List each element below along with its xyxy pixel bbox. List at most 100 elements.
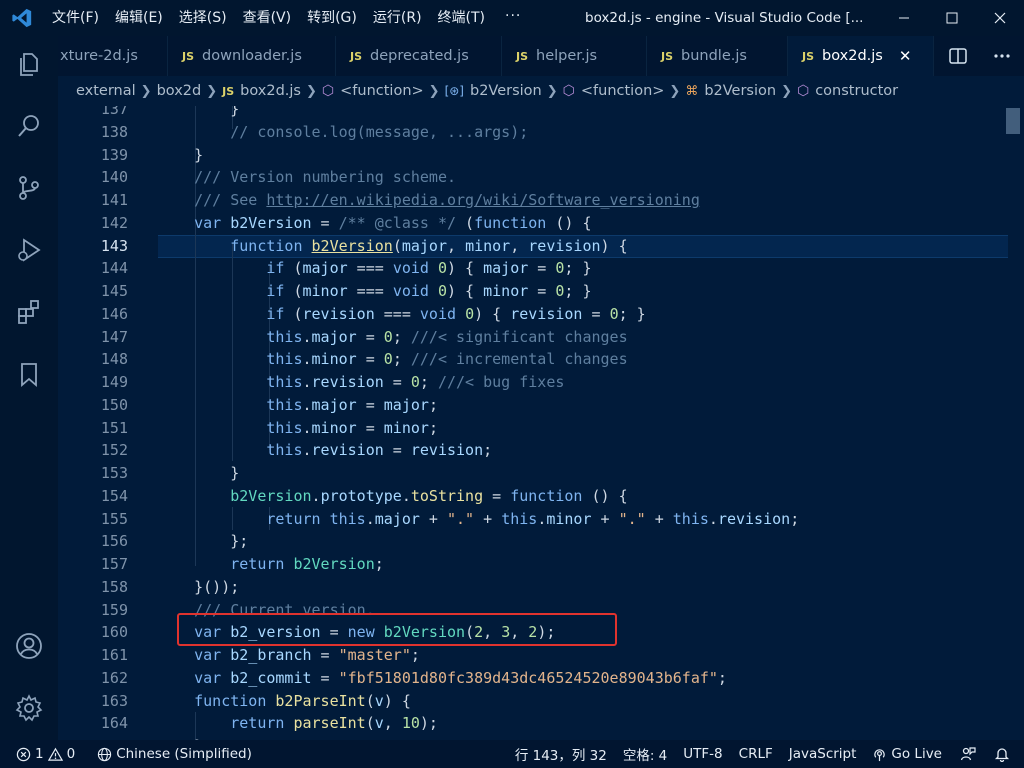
code-line[interactable]: return parseInt(v, 10); [158,712,438,735]
menu-run[interactable]: 运行(R) [365,0,430,36]
account-icon[interactable] [0,622,58,670]
code-line[interactable]: this.revision = revision; [158,439,492,462]
tab-box2d[interactable]: JS box2d.js ✕ [788,36,934,76]
line-number: 140 [100,168,128,187]
problems-indicator[interactable]: 1 0 [0,740,81,768]
code-line[interactable]: function b2Version(major, minor, revisio… [158,235,627,258]
tab-label: downloader.js [202,48,302,64]
line-number: 144 [100,259,128,278]
breadcrumb-symbol[interactable]: <function> [340,83,424,99]
breadcrumb-symbol[interactable]: <function> [581,83,665,99]
line-number: 160 [100,623,128,642]
warning-icon [47,747,63,761]
feedback-icon[interactable] [950,740,986,768]
breadcrumb-symbol[interactable]: b2Version [704,83,776,99]
code-line[interactable]: return b2Version; [158,553,384,576]
code-line[interactable]: if (revision === void 0) { revision = 0;… [158,303,645,326]
explorer-icon[interactable] [0,40,58,88]
error-count: 1 [35,746,44,762]
tab-helper[interactable]: JS helper.js [502,36,647,76]
status-bar: 1 0 Chinese (Simplified) 行 143，列 32 空格: … [0,740,1024,768]
maximize-button[interactable] [928,0,976,36]
menu-view[interactable]: 查看(V) [235,0,300,36]
code-line[interactable]: /// See http://en.wikipedia.org/wiki/Sof… [158,189,700,212]
encoding[interactable]: UTF-8 [675,740,730,768]
code-line[interactable]: } [158,462,239,485]
language-pack-indicator[interactable]: Chinese (Simplified) [91,740,258,768]
settings-gear-icon[interactable] [0,684,58,732]
code-line[interactable]: }()); [158,576,239,599]
code-line[interactable]: var b2Version = /** @class */ (function … [158,212,591,235]
menu-edit[interactable]: 编辑(E) [107,0,171,36]
tab-close-icon[interactable]: ✕ [899,47,912,65]
method-cube-icon: ⬡ [796,83,810,99]
breadcrumb-file[interactable]: box2d.js [240,83,301,99]
code-line[interactable]: this.revision = 0; ///< bug fixes [158,371,564,394]
cursor-position[interactable]: 行 143，列 32 [507,740,615,768]
warning-count: 0 [66,746,76,762]
code-line[interactable]: b2Version.prototype.toString = function … [158,485,627,508]
source-control-icon[interactable] [0,164,58,212]
tab-bundle[interactable]: JS bundle.js [647,36,788,76]
code-line[interactable]: this.minor = minor; [158,417,438,440]
code-line[interactable]: if (major === void 0) { major = 0; } [158,257,591,280]
js-file-icon: JS [182,49,195,63]
language-mode[interactable]: JavaScript [781,740,865,768]
title-bar: 文件(F) 编辑(E) 选择(S) 查看(V) 转到(G) 运行(R) 终端(T… [0,0,1024,36]
menu-file[interactable]: 文件(F) [44,0,107,36]
breadcrumb-symbol[interactable]: constructor [815,83,898,99]
code-line[interactable]: var b2_commit = "fbf51801d80fc389d43dc46… [158,667,727,690]
breadcrumb-folder[interactable]: box2d [157,83,202,99]
menu-go[interactable]: 转到(G) [299,0,365,36]
function-cube-icon: ⬡ [562,83,575,99]
vscode-logo-icon[interactable] [0,0,44,36]
notifications-bell-icon[interactable] [986,740,1024,768]
go-live-button[interactable]: Go Live [864,740,950,768]
line-number: 138 [100,122,128,141]
code-line[interactable]: // console.log(message, ...args); [158,121,528,144]
line-number: 151 [100,418,128,437]
code-line[interactable]: return this.major + "." + this.minor + "… [158,508,799,531]
code-line[interactable]: } [158,144,203,167]
code-line[interactable]: if (minor === void 0) { minor = 0; } [158,280,591,303]
line-number: 143 [100,236,128,255]
error-icon [16,747,31,761]
vertical-scrollbar[interactable] [1006,106,1020,740]
variable-icon: [⊛] [444,84,464,98]
code-line[interactable]: function b2ParseInt(v) { [158,690,411,713]
breadcrumb-symbol[interactable]: b2Version [470,83,542,99]
minimize-button[interactable] [880,0,928,36]
tab-deprecated[interactable]: JS deprecated.js [336,36,502,76]
menu-selection[interactable]: 选择(S) [171,0,235,36]
code-line[interactable]: this.major = major; [158,394,438,417]
search-icon[interactable] [0,102,58,150]
menu-terminal[interactable]: 终端(T) [430,0,493,36]
tab-label: helper.js [536,48,598,64]
code-line[interactable]: this.minor = 0; ///< incremental changes [158,348,627,371]
more-actions-icon[interactable] [980,36,1024,76]
code-line[interactable]: var b2_branch = "master"; [158,644,420,667]
indentation[interactable]: 空格: 4 [615,740,675,768]
close-window-button[interactable] [976,0,1024,36]
tab-downloader[interactable]: JS downloader.js [168,36,336,76]
minimize-icon [899,17,909,19]
menu-more-button[interactable]: ··· [493,0,533,36]
extensions-icon[interactable] [0,288,58,336]
end-of-line[interactable]: CRLF [731,740,781,768]
tab-texture-2d[interactable]: xture-2d.js [58,36,168,76]
function-cube-icon: ⬡ [321,83,335,99]
bookmarks-icon[interactable] [0,350,58,398]
line-number: 162 [100,668,128,687]
code-line[interactable]: /// Version numbering scheme. [158,166,456,189]
code-line[interactable]: } [158,106,239,121]
code-line[interactable]: }; [158,530,248,553]
line-number: 148 [100,350,128,369]
scrollbar-thumb[interactable] [1006,108,1020,134]
red-annotation-box [177,613,617,646]
breadcrumb-folder[interactable]: external [76,83,136,99]
split-editor-icon[interactable] [936,36,980,76]
tab-label: box2d.js [822,48,883,64]
run-debug-icon[interactable] [0,226,58,274]
chevron-right-icon: ❯ [428,83,440,99]
code-line[interactable]: this.major = 0; ///< significant changes [158,326,627,349]
